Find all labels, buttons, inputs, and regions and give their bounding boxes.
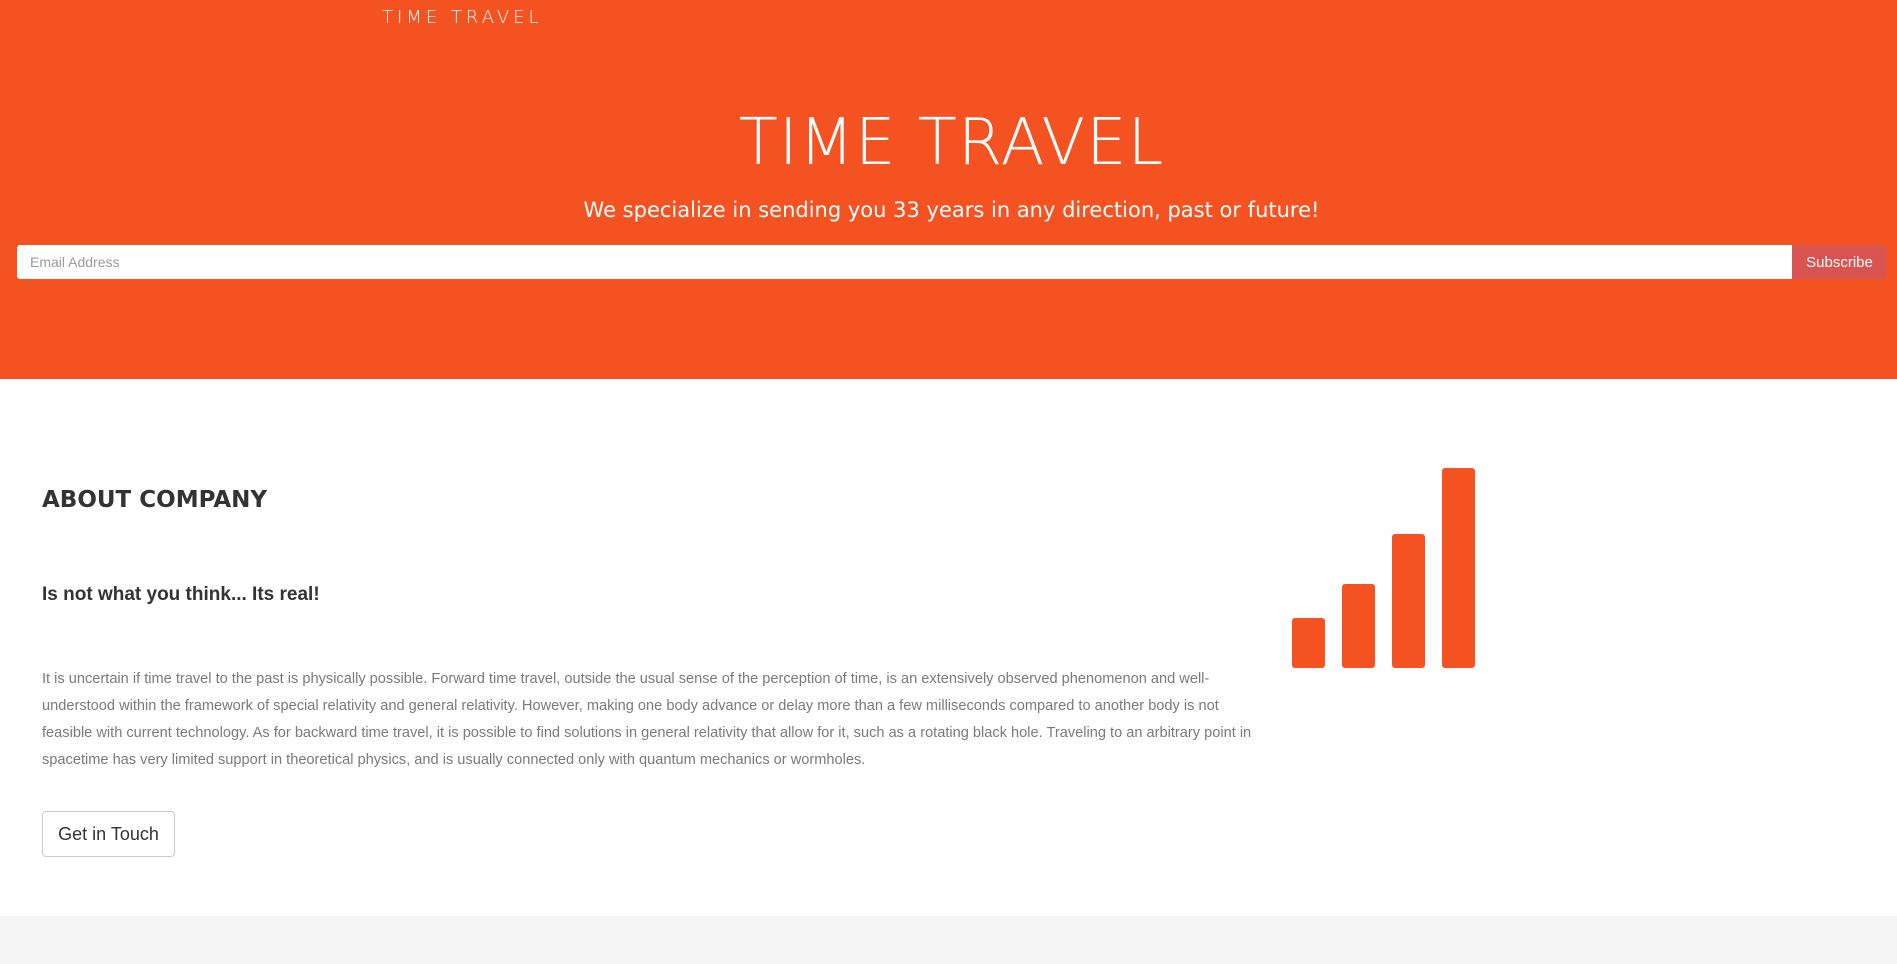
signal-bars-icon [1290,466,1480,670]
hero-title: TIME TRAVEL [738,106,1165,180]
about-lead: Is not what you think... Its real! [42,584,320,605]
subscribe-form: Subscribe [17,245,1887,279]
hero-subtitle: We specialize in sending you 33 years in… [583,198,1320,222]
footer-band [0,916,1897,964]
about-body-text: It is uncertain if time travel to the pa… [42,671,1252,768]
hero-section: TIME TRAVEL TIME TRAVEL We specialize in… [0,0,1897,379]
email-input[interactable] [17,245,1792,279]
signal-bar-3 [1392,534,1425,668]
signal-bar-4 [1442,468,1475,668]
signal-bar-1 [1292,618,1325,668]
navbar-brand[interactable]: TIME TRAVEL [382,7,543,28]
signal-bar-2 [1342,584,1375,668]
about-heading: ABOUT COMPANY [42,487,268,513]
subscribe-button[interactable]: Subscribe [1792,245,1887,279]
get-in-touch-button[interactable]: Get in Touch [42,811,175,857]
